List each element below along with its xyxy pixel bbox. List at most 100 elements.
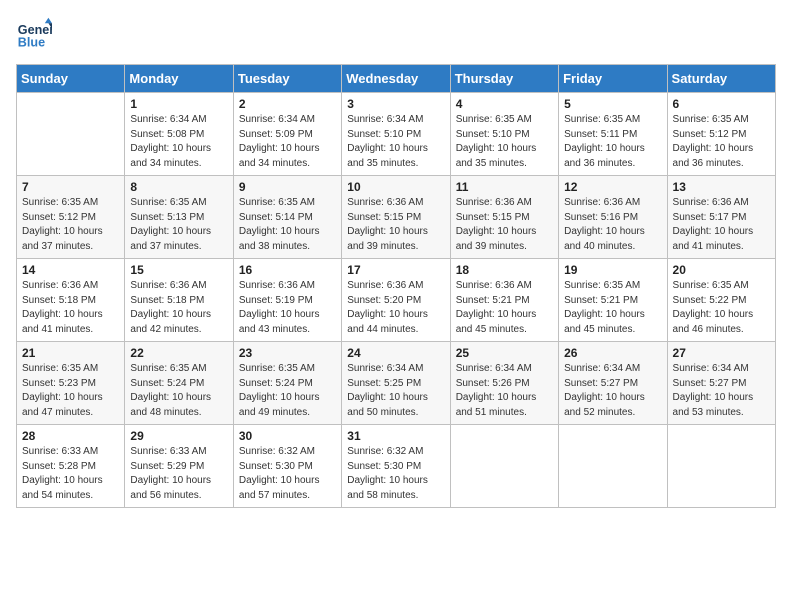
weekday-header-row: SundayMondayTuesdayWednesdayThursdayFrid… (17, 65, 776, 93)
calendar-cell: 24 Sunrise: 6:34 AM Sunset: 5:25 PM Dayli… (342, 342, 450, 425)
calendar-cell (17, 93, 125, 176)
day-number: 11 (456, 180, 553, 194)
day-info: Sunrise: 6:35 AM Sunset: 5:12 PM Dayligh… (673, 113, 770, 171)
logo: General Blue (16, 16, 52, 52)
calendar-cell: 20 Sunrise: 6:35 AM Sunset: 5:22 PM Dayli… (667, 259, 775, 342)
week-row-2: 7 Sunrise: 6:35 AM Sunset: 5:12 PM Daylig… (17, 176, 776, 259)
svg-text:Blue: Blue (18, 36, 45, 50)
day-info: Sunrise: 6:35 AM Sunset: 5:11 PM Dayligh… (564, 113, 661, 171)
week-row-3: 14 Sunrise: 6:36 AM Sunset: 5:18 PM Dayli… (17, 259, 776, 342)
day-info: Sunrise: 6:33 AM Sunset: 5:28 PM Dayligh… (22, 445, 119, 503)
page-header: General Blue (16, 16, 776, 52)
day-info: Sunrise: 6:35 AM Sunset: 5:13 PM Dayligh… (130, 196, 227, 254)
day-info: Sunrise: 6:34 AM Sunset: 5:25 PM Dayligh… (347, 362, 444, 420)
day-number: 3 (347, 97, 444, 111)
day-number: 8 (130, 180, 227, 194)
day-number: 13 (673, 180, 770, 194)
weekday-header-saturday: Saturday (667, 65, 775, 93)
calendar-cell: 8 Sunrise: 6:35 AM Sunset: 5:13 PM Daylig… (125, 176, 233, 259)
calendar-cell: 14 Sunrise: 6:36 AM Sunset: 5:18 PM Dayli… (17, 259, 125, 342)
calendar-cell: 16 Sunrise: 6:36 AM Sunset: 5:19 PM Dayli… (233, 259, 341, 342)
calendar-cell (559, 425, 667, 508)
day-info: Sunrise: 6:35 AM Sunset: 5:23 PM Dayligh… (22, 362, 119, 420)
calendar-cell: 13 Sunrise: 6:36 AM Sunset: 5:17 PM Dayli… (667, 176, 775, 259)
day-number: 24 (347, 346, 444, 360)
day-number: 23 (239, 346, 336, 360)
calendar-cell (667, 425, 775, 508)
day-info: Sunrise: 6:33 AM Sunset: 5:29 PM Dayligh… (130, 445, 227, 503)
weekday-header-thursday: Thursday (450, 65, 558, 93)
day-number: 18 (456, 263, 553, 277)
day-info: Sunrise: 6:34 AM Sunset: 5:27 PM Dayligh… (564, 362, 661, 420)
day-info: Sunrise: 6:35 AM Sunset: 5:22 PM Dayligh… (673, 279, 770, 337)
day-info: Sunrise: 6:36 AM Sunset: 5:20 PM Dayligh… (347, 279, 444, 337)
day-info: Sunrise: 6:32 AM Sunset: 5:30 PM Dayligh… (347, 445, 444, 503)
day-info: Sunrise: 6:36 AM Sunset: 5:19 PM Dayligh… (239, 279, 336, 337)
day-number: 20 (673, 263, 770, 277)
day-number: 30 (239, 429, 336, 443)
day-number: 26 (564, 346, 661, 360)
day-number: 14 (22, 263, 119, 277)
week-row-1: 1Sunrise: 6:34 AM Sunset: 5:08 PM Daylig… (17, 93, 776, 176)
week-row-5: 28 Sunrise: 6:33 AM Sunset: 5:28 PM Dayli… (17, 425, 776, 508)
day-info: Sunrise: 6:36 AM Sunset: 5:15 PM Dayligh… (347, 196, 444, 254)
calendar-cell: 17 Sunrise: 6:36 AM Sunset: 5:20 PM Dayli… (342, 259, 450, 342)
logo-icon: General Blue (16, 16, 52, 52)
calendar-cell: 12 Sunrise: 6:36 AM Sunset: 5:16 PM Dayli… (559, 176, 667, 259)
day-info: Sunrise: 6:35 AM Sunset: 5:14 PM Dayligh… (239, 196, 336, 254)
calendar-cell: 1Sunrise: 6:34 AM Sunset: 5:08 PM Daylig… (125, 93, 233, 176)
calendar-cell: 25Sunrise: 6:34 AM Sunset: 5:26 PM Dayli… (450, 342, 558, 425)
calendar-cell: 5 Sunrise: 6:35 AM Sunset: 5:11 PM Daylig… (559, 93, 667, 176)
day-info: Sunrise: 6:35 AM Sunset: 5:24 PM Dayligh… (239, 362, 336, 420)
calendar-table: SundayMondayTuesdayWednesdayThursdayFrid… (16, 64, 776, 508)
calendar-cell: 11 Sunrise: 6:36 AM Sunset: 5:15 PM Dayli… (450, 176, 558, 259)
calendar-cell: 29Sunrise: 6:33 AM Sunset: 5:29 PM Dayli… (125, 425, 233, 508)
day-info: Sunrise: 6:36 AM Sunset: 5:16 PM Dayligh… (564, 196, 661, 254)
day-number: 7 (22, 180, 119, 194)
week-row-4: 21 Sunrise: 6:35 AM Sunset: 5:23 PM Dayli… (17, 342, 776, 425)
day-info: Sunrise: 6:34 AM Sunset: 5:08 PM Dayligh… (130, 113, 227, 171)
calendar-cell: 15 Sunrise: 6:36 AM Sunset: 5:18 PM Dayli… (125, 259, 233, 342)
weekday-header-monday: Monday (125, 65, 233, 93)
weekday-header-wednesday: Wednesday (342, 65, 450, 93)
day-info: Sunrise: 6:35 AM Sunset: 5:12 PM Dayligh… (22, 196, 119, 254)
day-number: 17 (347, 263, 444, 277)
day-info: Sunrise: 6:36 AM Sunset: 5:15 PM Dayligh… (456, 196, 553, 254)
calendar-cell: 27 Sunrise: 6:34 AM Sunset: 5:27 PM Dayli… (667, 342, 775, 425)
weekday-header-tuesday: Tuesday (233, 65, 341, 93)
calendar-cell: 21 Sunrise: 6:35 AM Sunset: 5:23 PM Dayli… (17, 342, 125, 425)
day-info: Sunrise: 6:36 AM Sunset: 5:17 PM Dayligh… (673, 196, 770, 254)
day-info: Sunrise: 6:34 AM Sunset: 5:27 PM Dayligh… (673, 362, 770, 420)
day-number: 16 (239, 263, 336, 277)
day-info: Sunrise: 6:35 AM Sunset: 5:24 PM Dayligh… (130, 362, 227, 420)
day-number: 15 (130, 263, 227, 277)
day-number: 19 (564, 263, 661, 277)
calendar-cell: 28 Sunrise: 6:33 AM Sunset: 5:28 PM Dayli… (17, 425, 125, 508)
day-info: Sunrise: 6:34 AM Sunset: 5:10 PM Dayligh… (347, 113, 444, 171)
day-info: Sunrise: 6:35 AM Sunset: 5:21 PM Dayligh… (564, 279, 661, 337)
weekday-header-friday: Friday (559, 65, 667, 93)
day-info: Sunrise: 6:36 AM Sunset: 5:18 PM Dayligh… (130, 279, 227, 337)
calendar-cell: 18Sunrise: 6:36 AM Sunset: 5:21 PM Dayli… (450, 259, 558, 342)
day-number: 12 (564, 180, 661, 194)
day-number: 5 (564, 97, 661, 111)
day-number: 21 (22, 346, 119, 360)
calendar-cell: 30 Sunrise: 6:32 AM Sunset: 5:30 PM Dayli… (233, 425, 341, 508)
day-number: 22 (130, 346, 227, 360)
day-info: Sunrise: 6:36 AM Sunset: 5:18 PM Dayligh… (22, 279, 119, 337)
calendar-cell (450, 425, 558, 508)
day-info: Sunrise: 6:34 AM Sunset: 5:09 PM Dayligh… (239, 113, 336, 171)
day-number: 27 (673, 346, 770, 360)
calendar-cell: 3 Sunrise: 6:34 AM Sunset: 5:10 PM Daylig… (342, 93, 450, 176)
day-number: 6 (673, 97, 770, 111)
day-number: 10 (347, 180, 444, 194)
day-number: 28 (22, 429, 119, 443)
calendar-cell: 9 Sunrise: 6:35 AM Sunset: 5:14 PM Daylig… (233, 176, 341, 259)
calendar-cell: 19 Sunrise: 6:35 AM Sunset: 5:21 PM Dayli… (559, 259, 667, 342)
calendar-cell: 6 Sunrise: 6:35 AM Sunset: 5:12 PM Daylig… (667, 93, 775, 176)
weekday-header-sunday: Sunday (17, 65, 125, 93)
day-info: Sunrise: 6:35 AM Sunset: 5:10 PM Dayligh… (456, 113, 553, 171)
day-number: 9 (239, 180, 336, 194)
calendar-cell: 31Sunrise: 6:32 AM Sunset: 5:30 PM Dayli… (342, 425, 450, 508)
day-info: Sunrise: 6:32 AM Sunset: 5:30 PM Dayligh… (239, 445, 336, 503)
